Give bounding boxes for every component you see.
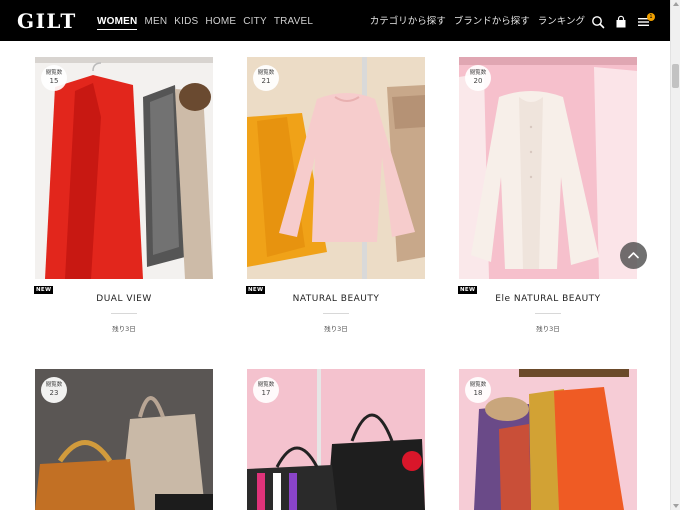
- nav-home[interactable]: HOME: [205, 15, 236, 30]
- product-card-natural-beauty[interactable]: 閲覧数 21 NEW NATURAL BEAUTY 残り3日: [246, 57, 425, 333]
- view-count-label: 閲覧数: [469, 70, 487, 76]
- scroll-thumb[interactable]: [672, 64, 679, 88]
- cart-count-badge: 1: [647, 13, 655, 21]
- back-to-top-button[interactable]: [620, 242, 647, 269]
- product-brand-name[interactable]: NATURAL BEAUTY: [247, 293, 425, 305]
- scroll-down-arrow-icon[interactable]: [673, 504, 679, 508]
- shopping-bag-icon[interactable]: [614, 15, 628, 29]
- view-count-label: 閲覧数: [45, 382, 63, 388]
- nav-men[interactable]: MEN: [144, 15, 167, 30]
- view-count-badge: 閲覧数 21: [253, 65, 279, 91]
- nav-ranking[interactable]: ランキング: [538, 15, 585, 29]
- product-card-bags-multicolor[interactable]: 閲覧数 17: [247, 369, 425, 510]
- nav-search-by-category[interactable]: カテゴリから探す: [370, 15, 446, 29]
- nav-kids[interactable]: KIDS: [174, 15, 198, 30]
- view-count-badge: 閲覧数 20: [465, 65, 491, 91]
- view-count-number: 17: [261, 389, 271, 397]
- product-photo-colorful-bags[interactable]: 閲覧数 17: [247, 369, 425, 510]
- product-photo-jackets[interactable]: 閲覧数 18: [459, 369, 637, 510]
- product-photo-red-coat[interactable]: 閲覧数 15: [35, 57, 213, 279]
- card-divider: [323, 313, 349, 314]
- view-count-label: 閲覧数: [469, 382, 487, 388]
- scroll-up-arrow-icon[interactable]: [673, 2, 679, 6]
- product-brand-name[interactable]: Ele NATURAL BEAUTY: [459, 293, 637, 305]
- product-photo-handbags[interactable]: 閲覧数 23: [35, 369, 213, 510]
- product-photo-lace-shirt[interactable]: 閲覧数 20: [459, 57, 637, 279]
- days-remaining: 残り3日: [536, 325, 560, 333]
- product-brand-name[interactable]: DUAL VIEW: [35, 293, 213, 305]
- card-divider: [111, 313, 137, 314]
- view-count-number: 18: [473, 389, 483, 397]
- days-remaining: 残り3日: [112, 325, 136, 333]
- nav-city[interactable]: CITY: [243, 15, 267, 30]
- view-count-number: 15: [49, 77, 59, 85]
- nav-women[interactable]: WOMEN: [97, 15, 138, 30]
- view-count-badge: 閲覧数 23: [41, 377, 67, 403]
- view-count-number: 21: [261, 77, 271, 85]
- site-header: GILT WOMEN MEN KIDS HOME CITY TRAVEL カテゴ…: [0, 0, 670, 41]
- view-count-label: 閲覧数: [45, 70, 63, 76]
- product-photo-pink-blouse[interactable]: 閲覧数 21: [247, 57, 425, 279]
- search-icon[interactable]: [591, 15, 605, 29]
- view-count-number: 23: [49, 389, 59, 397]
- card-divider: [535, 313, 561, 314]
- view-count-label: 閲覧数: [257, 70, 275, 76]
- view-count-badge: 閲覧数 15: [41, 65, 67, 91]
- product-card-dual-view[interactable]: 閲覧数 15 NEW DUAL VIEW 残り3日: [34, 57, 213, 333]
- coat-rack-image: [35, 57, 213, 279]
- view-count-number: 20: [473, 77, 483, 85]
- view-count-label: 閲覧数: [257, 382, 275, 388]
- blouse-rack-image: [247, 57, 425, 279]
- lace-shirt-image: [459, 57, 637, 279]
- page-scrollbar[interactable]: [670, 0, 680, 510]
- view-count-badge: 閲覧数 18: [465, 377, 491, 403]
- days-remaining: 残り3日: [324, 325, 348, 333]
- nav-travel[interactable]: TRAVEL: [274, 15, 313, 30]
- gilt-logo[interactable]: GILT: [17, 9, 77, 33]
- chevron-up-icon: [628, 252, 639, 259]
- product-card-bags-brown[interactable]: 閲覧数 23: [35, 369, 213, 510]
- nav-search-by-brand[interactable]: ブランドから探す: [454, 15, 530, 29]
- search-nav: カテゴリから探す ブランドから探す ランキング: [362, 15, 585, 29]
- product-card-ele-natural-beauty[interactable]: 閲覧数 20 NEW Ele NATURAL BEAUTY 残り3日: [458, 57, 637, 333]
- product-card-outdoor-jackets[interactable]: 閲覧数 18: [459, 369, 637, 510]
- view-count-badge: 閲覧数 17: [253, 377, 279, 403]
- main-category-nav: WOMEN MEN KIDS HOME CITY TRAVEL: [97, 15, 320, 30]
